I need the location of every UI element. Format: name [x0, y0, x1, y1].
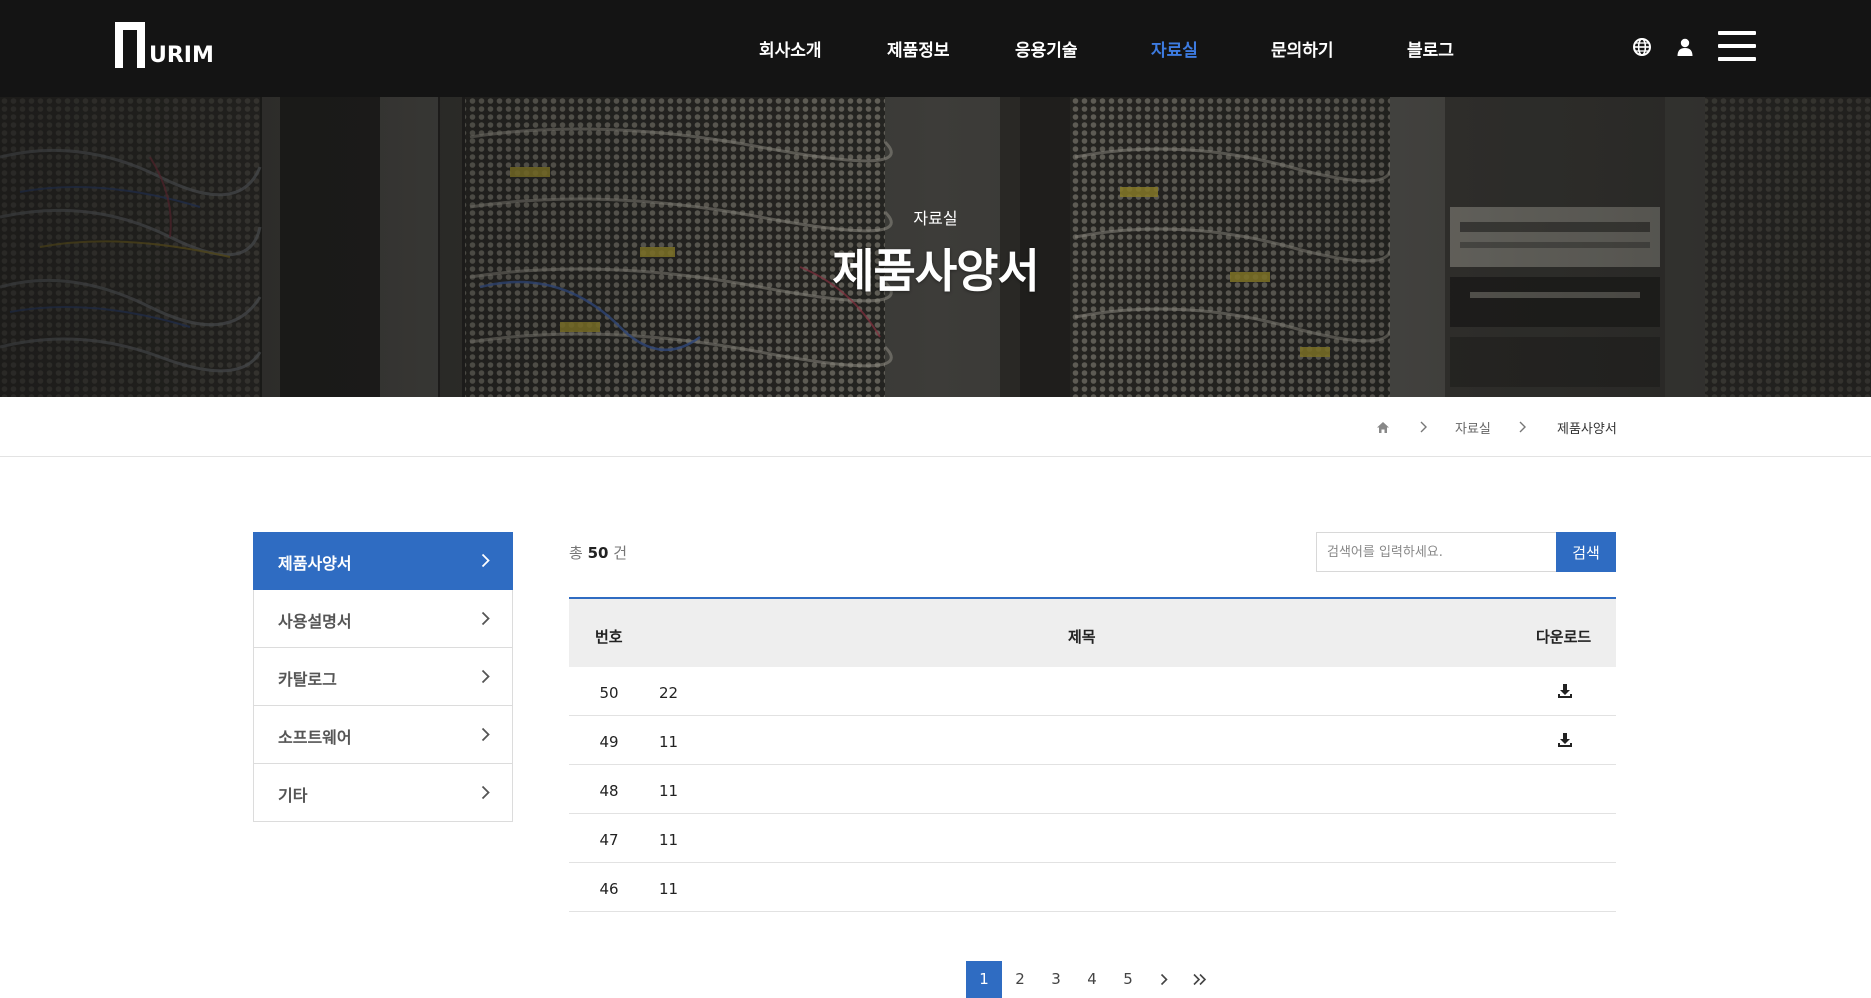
side-item-label: 소프트웨어	[278, 728, 352, 747]
table-row[interactable]: 50 22	[569, 667, 1616, 716]
logo-text: URIM	[149, 43, 214, 68]
breadcrumb: 자료실 제품사양서	[0, 397, 1871, 457]
row-number: 49	[599, 733, 619, 751]
user-icon[interactable]	[1675, 37, 1695, 57]
total-prefix: 총	[569, 544, 583, 562]
side-menu: 제품사양서 사용설명서 카탈로그 소프트웨어 기타	[253, 532, 513, 822]
logo-mark	[115, 22, 147, 68]
nav-item-applications[interactable]: 응용기술	[1015, 36, 1078, 61]
chevron-right-icon	[481, 785, 490, 800]
nav-item-contact[interactable]: 문의하기	[1271, 36, 1334, 61]
table-header: 번호 제목 다운로드	[569, 597, 1616, 667]
chevron-right-icon	[1519, 421, 1526, 433]
total-suffix: 건	[613, 544, 628, 562]
row-title[interactable]: 22	[659, 684, 678, 702]
nav-item-blog[interactable]: 블로그	[1407, 36, 1454, 61]
double-chevron-right-icon	[1193, 973, 1207, 986]
breadcrumb-item-current: 제품사양서	[1557, 422, 1617, 437]
site-header: URIM 회사소개 제품정보 응용기술 자료실 문의하기 블로그	[0, 0, 1871, 97]
row-number: 50	[599, 684, 619, 702]
nav-item-resources[interactable]: 자료실	[1151, 36, 1198, 61]
hero-subtitle: 자료실	[913, 209, 958, 228]
column-header-title: 제목	[1068, 628, 1096, 646]
nav-item-company[interactable]: 회사소개	[759, 36, 822, 61]
page-3[interactable]: 3	[1038, 961, 1074, 998]
page-2[interactable]: 2	[1002, 961, 1038, 998]
page-4[interactable]: 4	[1074, 961, 1110, 998]
hero-banner: 자료실 제품사양서	[0, 97, 1871, 397]
chevron-right-icon	[1420, 421, 1427, 433]
row-title[interactable]: 11	[659, 733, 678, 751]
download-icon[interactable]	[1557, 732, 1573, 748]
row-number: 46	[599, 880, 619, 898]
row-title[interactable]: 11	[659, 831, 678, 849]
column-header-number: 번호	[595, 628, 623, 646]
row-number: 48	[599, 782, 619, 800]
row-title[interactable]: 11	[659, 880, 678, 898]
logo[interactable]: URIM	[115, 22, 214, 68]
side-item-label: 사용설명서	[278, 612, 352, 631]
table-row[interactable]: 48 11	[569, 765, 1616, 814]
row-title[interactable]: 11	[659, 782, 678, 800]
page-1[interactable]: 1	[966, 961, 1002, 998]
globe-icon[interactable]	[1632, 37, 1652, 57]
total-number: 50	[587, 544, 609, 562]
side-item-catalogs[interactable]: 카탈로그	[253, 648, 513, 706]
page-title: 제품사양서	[832, 244, 1040, 298]
side-item-label: 기타	[278, 786, 308, 805]
chevron-right-icon	[481, 669, 490, 684]
download-icon[interactable]	[1557, 683, 1573, 699]
side-item-label: 카탈로그	[278, 670, 337, 689]
column-header-download: 다운로드	[1536, 628, 1592, 646]
breadcrumb-item-resources[interactable]: 자료실	[1455, 418, 1491, 437]
side-item-software[interactable]: 소프트웨어	[253, 706, 513, 764]
total-count: 총 50 건	[569, 542, 627, 563]
side-item-label: 제품사양서	[278, 554, 352, 573]
side-item-etc[interactable]: 기타	[253, 764, 513, 822]
search-button[interactable]: 검색	[1556, 532, 1616, 572]
table-row[interactable]: 46 11	[569, 863, 1616, 912]
last-page-button[interactable]	[1182, 961, 1218, 998]
chevron-right-icon	[481, 553, 490, 568]
home-icon[interactable]	[1376, 421, 1390, 434]
next-page-button[interactable]	[1146, 961, 1182, 998]
nav-item-products[interactable]: 제품정보	[887, 36, 950, 61]
page-5[interactable]: 5	[1110, 961, 1146, 998]
row-number: 47	[599, 831, 619, 849]
chevron-right-icon	[481, 611, 490, 626]
table-row[interactable]: 49 11	[569, 716, 1616, 765]
table-row[interactable]: 47 11	[569, 814, 1616, 863]
side-item-spec-sheets[interactable]: 제품사양서	[253, 532, 513, 590]
menu-icon[interactable]	[1718, 31, 1756, 61]
chevron-right-icon	[481, 727, 490, 742]
side-item-manuals[interactable]: 사용설명서	[253, 590, 513, 648]
chevron-right-icon	[1160, 973, 1168, 986]
resource-table: 번호 제목 다운로드 50 22 49 11 48 11 47 11 46 11	[569, 597, 1616, 912]
